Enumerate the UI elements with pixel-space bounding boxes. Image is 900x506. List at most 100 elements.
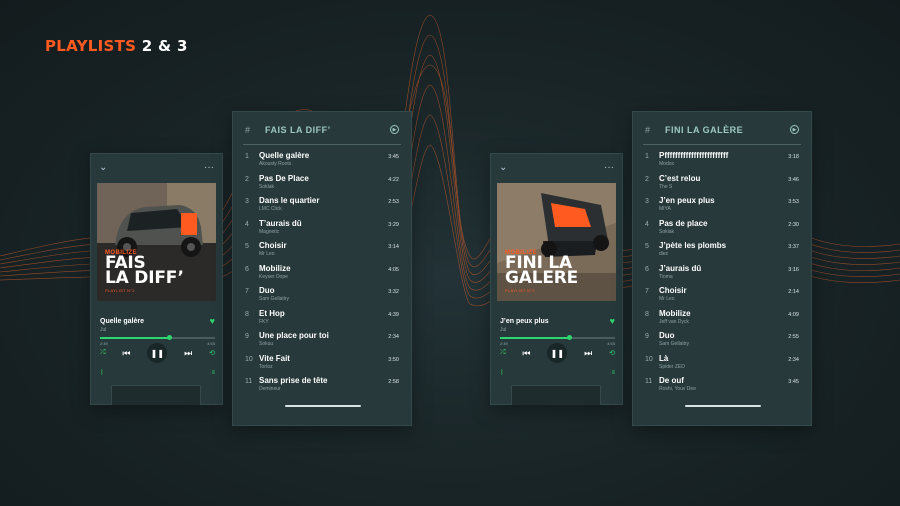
- repeat-icon[interactable]: ⟲: [209, 349, 215, 357]
- bluetooth-icon[interactable]: ᛒ: [500, 370, 504, 376]
- page-title-text: PLAYLISTS: [45, 37, 137, 55]
- track-artist: Keyser Dope: [259, 273, 288, 280]
- track-row[interactable]: 7 Duo Sam Gellaitry 3:32: [233, 286, 411, 309]
- player-topbar: ⌄ ···: [491, 154, 622, 180]
- track-row[interactable]: 8 Et Hop FKY 4:39: [233, 309, 411, 332]
- track-row[interactable]: 7 Choisir Mr Leo 2:14: [633, 286, 811, 309]
- playlist-1: # FAIS LA DIFF’ ▶ 1 Quelle galère Akousty …: [232, 111, 412, 426]
- track-row[interactable]: 10 Vite Fait Tortoz 3:50: [233, 354, 411, 377]
- heart-icon[interactable]: ♥: [210, 316, 215, 326]
- track-duration: 3:14: [388, 244, 399, 250]
- track-duration: 3:45: [788, 379, 799, 385]
- previous-icon[interactable]: ⏮: [122, 348, 130, 359]
- player-topbar: ⌄ ···: [91, 154, 222, 180]
- track-row[interactable]: 1 Quelle galère Akousty Roots 3:45: [233, 151, 411, 174]
- pause-icon[interactable]: ❚❚: [547, 343, 568, 363]
- track-row[interactable]: 5 Choisir Mr Leo 3:14: [233, 241, 411, 264]
- progress-handle[interactable]: [167, 335, 172, 340]
- track-title: J’pète les plombs: [659, 241, 727, 250]
- track-artist: Tioma: [659, 273, 673, 280]
- track-number: 2: [245, 175, 249, 183]
- track-row[interactable]: 6 J’aurais dû Tioma 3:16: [633, 264, 811, 287]
- track-duration: 2:14: [788, 289, 799, 295]
- track-artist: Soklak: [659, 228, 675, 235]
- next-icon[interactable]: ⏭: [584, 348, 592, 359]
- track-duration: 2:55: [788, 334, 799, 340]
- track-duration: 2:53: [388, 199, 399, 205]
- track-number: 6: [245, 265, 249, 273]
- track-number: 11: [245, 378, 253, 385]
- track-row[interactable]: 9 Duo Sam Gellaitry 2:55: [633, 331, 811, 354]
- track-row[interactable]: 10 Là Spider ZED 2:34: [633, 354, 811, 377]
- track-title: J’aurais dû: [659, 263, 702, 273]
- track-number: 5: [645, 243, 649, 250]
- track-row[interactable]: 8 Mobilize Jeff van Dyck 4:09: [633, 309, 811, 332]
- track-duration: 2:34: [388, 334, 399, 340]
- track-duration: 4:39: [388, 311, 399, 318]
- column-number-header: #: [645, 125, 651, 135]
- pause-icon[interactable]: ❚❚: [147, 343, 168, 363]
- track-list: 1 Pffffffffffffffffffffffff Modox 3:18 2 C’es…: [633, 151, 811, 399]
- track-title: Là: [659, 353, 669, 363]
- repeat-icon[interactable]: ⟲: [609, 349, 615, 357]
- cover-text: MOBILIZE FINI LA GALERE PLAYLIST N°3: [505, 250, 578, 293]
- shuffle-icon[interactable]: ⤮: [100, 349, 106, 357]
- track-number: 7: [645, 288, 649, 295]
- queue-icon[interactable]: ≡: [611, 370, 615, 376]
- track-row[interactable]: 9 Une place pour toi Sokuu 2:34: [233, 331, 411, 354]
- playback-controls: ⤮ ⏮ ❚❚ ⏭ ⟲: [500, 343, 615, 363]
- more-icon[interactable]: ···: [604, 162, 614, 173]
- cover-sub: PLAYLIST N°3: [505, 288, 535, 293]
- track-title: Pffffffffffffffffffffffff: [659, 151, 729, 160]
- track-title: Une place pour toi: [259, 331, 329, 340]
- track-title: Pas de place: [659, 218, 708, 228]
- header-divider: [243, 144, 401, 145]
- shuffle-icon[interactable]: ⤮: [500, 349, 506, 357]
- track-title: Pas De Place: [259, 173, 309, 183]
- progress-bar[interactable]: [100, 335, 215, 340]
- track-artist: Magnetic: [259, 228, 280, 235]
- track-artist: Soklak: [259, 183, 275, 190]
- track-artist: Sokuu: [259, 341, 274, 347]
- track-row[interactable]: 11 De ouf Roshi, Youv Dee 3:45: [633, 376, 811, 399]
- heart-icon[interactable]: ♥: [610, 316, 615, 326]
- chevron-down-icon[interactable]: ⌄: [499, 162, 507, 173]
- track-duration: 4:09: [788, 311, 799, 318]
- previous-icon[interactable]: ⏮: [522, 348, 530, 359]
- track-row[interactable]: 5 J’pète les plombs diez 3:37: [633, 241, 811, 264]
- album-cover: MOBILIZE FAIS LA DIFF’ PLAYLIST N°2: [97, 183, 216, 301]
- track-row[interactable]: 4 T’aurais dû Magnetic 3:29: [233, 219, 411, 242]
- next-icon[interactable]: ⏭: [184, 348, 192, 359]
- now-playing-title: Quelle galère: [100, 317, 144, 325]
- track-row[interactable]: 3 Dans le quartier LMC Click 2:53: [233, 196, 411, 219]
- track-number: 1: [645, 153, 649, 160]
- track-duration: 3:18: [788, 154, 799, 160]
- track-duration: 2:30: [788, 221, 799, 228]
- track-title: Quelle galère: [259, 151, 310, 160]
- bluetooth-icon[interactable]: ᛒ: [100, 370, 104, 376]
- track-number: 9: [245, 333, 249, 340]
- track-duration: 3:37: [788, 244, 799, 250]
- progress-handle[interactable]: [567, 335, 572, 340]
- track-title: Duo: [659, 331, 675, 340]
- more-icon[interactable]: ···: [204, 162, 214, 173]
- track-row[interactable]: 2 C’est relou The S 3:46: [633, 174, 811, 197]
- queue-icon[interactable]: ≡: [211, 370, 215, 376]
- home-indicator: [685, 405, 761, 407]
- track-row[interactable]: 1 Pffffffffffffffffffffffff Modox 3:18: [633, 151, 811, 174]
- home-indicator: [285, 405, 361, 407]
- track-row[interactable]: 6 Mobilize Keyser Dope 4:05: [233, 264, 411, 287]
- track-row[interactable]: 11 Sans prise de tête Demineur 2:58: [233, 376, 411, 399]
- track-row[interactable]: 3 J’en peux plus MIYA 3:53: [633, 196, 811, 219]
- play-circle-icon[interactable]: ▶: [390, 125, 399, 134]
- chevron-down-icon[interactable]: ⌄: [99, 162, 107, 173]
- track-row[interactable]: 2 Pas De Place Soklak 4:22: [233, 174, 411, 197]
- play-circle-icon[interactable]: ▶: [790, 125, 799, 134]
- progress-bar[interactable]: [500, 335, 615, 340]
- track-duration: 4:05: [388, 266, 399, 273]
- track-number: 4: [645, 220, 649, 228]
- track-row[interactable]: 4 Pas de place Soklak 2:30: [633, 219, 811, 242]
- now-playing: J’en peux plus ♥ Jul 2:49 4:55: [500, 316, 615, 346]
- track-number: 10: [645, 355, 653, 363]
- track-artist: Tortoz: [259, 363, 273, 370]
